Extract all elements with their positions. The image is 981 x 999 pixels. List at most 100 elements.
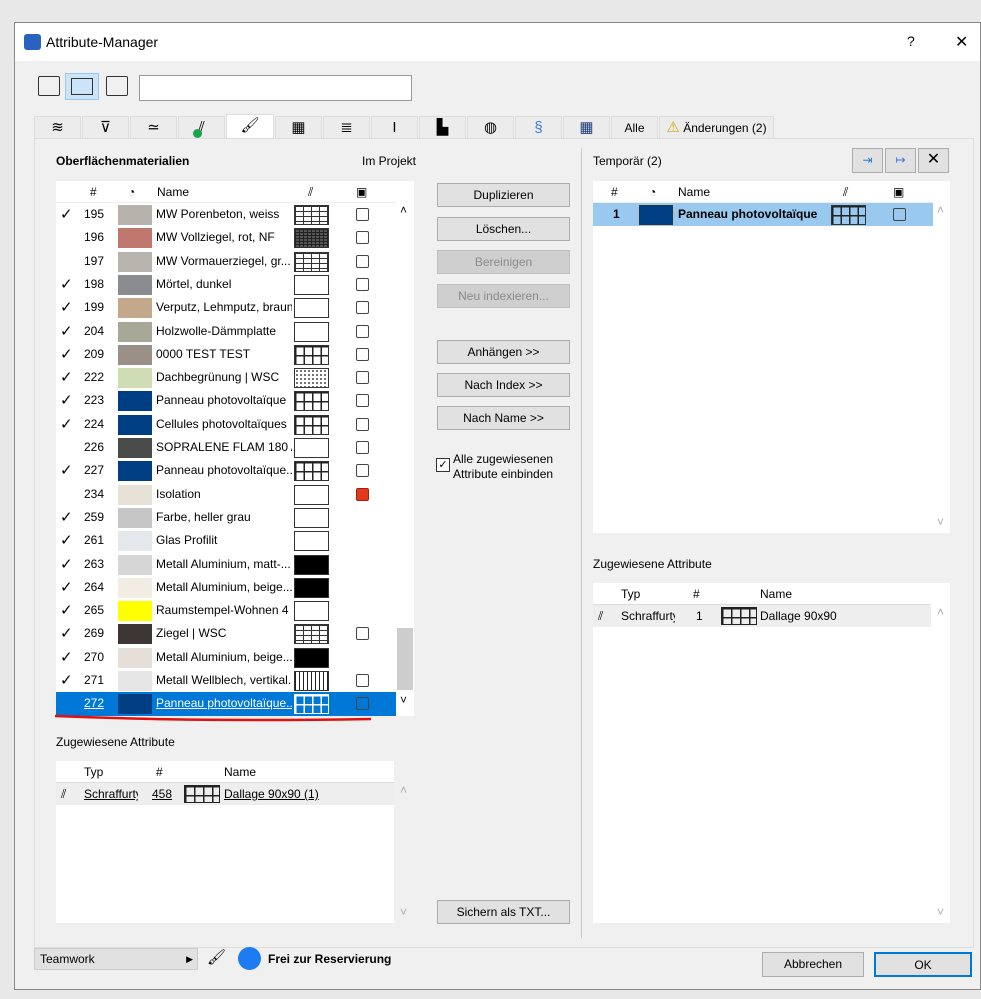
tab-lines[interactable]: ≃ <box>130 116 177 138</box>
color-swatch <box>118 251 152 272</box>
check-icon: ✓ <box>60 392 73 410</box>
col-num[interactable]: # <box>90 181 97 203</box>
col-color-icon[interactable]: ◔ <box>649 181 656 203</box>
purge-button[interactable]: Bereinigen <box>437 250 570 274</box>
scroll-down-icon[interactable]: ˅ <box>400 693 407 707</box>
scroll-down-icon[interactable]: ˅ <box>937 905 944 919</box>
list-item[interactable]: 196 MW Vollziegel, rot, NF <box>56 226 396 249</box>
scroll-down-icon[interactable]: ˅ <box>937 515 944 529</box>
list-item[interactable]: 234 Isolation <box>56 483 396 506</box>
col-num[interactable]: # <box>693 583 700 605</box>
col-num[interactable]: # <box>156 761 163 783</box>
scroll-up-icon[interactable]: ˄ <box>937 203 944 217</box>
col-type[interactable]: Typ <box>84 761 103 783</box>
list-item[interactable]: ✓ 270 Metall Aluminium, beige... <box>56 646 396 669</box>
list-item[interactable]: ✓ 264 Metall Aluminium, beige... <box>56 576 396 599</box>
temporary-row[interactable]: 1 Panneau photovoltaïque <box>593 203 933 226</box>
scroll-down-icon[interactable]: ˅ <box>400 905 407 919</box>
col-type[interactable]: Typ <box>621 583 640 605</box>
hatch-preview-grid <box>184 785 220 803</box>
tab-zones[interactable]: ▙ <box>419 116 466 138</box>
list-item[interactable]: ✓ 265 Raumstempel-Wohnen 4 <box>56 599 396 622</box>
list-item[interactable]: ✓ 224 Cellules photovoltaïques <box>56 413 396 436</box>
list-item[interactable]: ✓ 209 0000 TEST TEST <box>56 343 396 366</box>
scroll-up-icon[interactable]: ˄ <box>937 605 944 619</box>
export-button[interactable]: ↦ <box>885 148 916 173</box>
scroll-up-icon[interactable]: ˄ <box>400 203 407 217</box>
reindex-button[interactable]: Neu indexieren... <box>437 284 570 308</box>
color-swatch <box>118 647 152 668</box>
col-num[interactable]: # <box>611 181 618 203</box>
list-item[interactable]: ✓ 199 Verputz, Lehmputz, braun <box>56 296 396 319</box>
col-name[interactable]: Name <box>157 181 189 203</box>
tab-mep[interactable]: § <box>515 116 562 138</box>
fill-type-icon: ⫽ <box>598 609 604 623</box>
teamwork-label: Teamwork <box>40 952 95 966</box>
image-icon <box>356 417 369 431</box>
ok-button[interactable]: OK <box>874 952 972 977</box>
assigned-row[interactable]: ⫽ Schraffurty 1 Dallage 90x90 <box>593 605 931 627</box>
cancel-button[interactable]: Abbrechen <box>762 952 864 977</box>
list-item[interactable]: ✓ 195 MW Porenbeton, weiss <box>56 203 396 226</box>
close-file-button[interactable]: ✕ <box>918 148 949 173</box>
assigned-num[interactable]: 458 <box>152 783 172 805</box>
list-item[interactable]: ✓ 223 Panneau photovoltaïque <box>56 389 396 412</box>
view-mode-both-icon[interactable] <box>65 73 99 100</box>
tab-composites[interactable]: ▦ <box>275 116 322 138</box>
scroll-up-icon[interactable]: ˄ <box>400 783 407 797</box>
include-label[interactable]: Alle zugewiesenen Attribute einbinden <box>453 452 563 482</box>
tab-layers[interactable]: ≋ <box>34 116 81 138</box>
append-button[interactable]: Anhängen >> <box>437 340 570 364</box>
list-scrollbar[interactable]: ˄ ˅ <box>396 181 414 716</box>
by-name-button[interactable]: Nach Name >> <box>437 406 570 430</box>
col-name[interactable]: Name <box>760 583 792 605</box>
tab-fills[interactable]: ⫽ <box>178 116 225 138</box>
list-item[interactable]: ✓ 263 Metall Aluminium, matt-... <box>56 553 396 576</box>
list-item[interactable]: ✓ 269 Ziegel | WSC <box>56 622 396 645</box>
delete-button[interactable]: Löschen... <box>437 217 570 241</box>
list-item[interactable]: 226 SOPRALENE FLAM 180 A... <box>56 436 396 459</box>
tab-grid[interactable]: ▦ <box>563 116 610 138</box>
help-button[interactable]: ? <box>907 33 915 49</box>
search-input[interactable] <box>139 75 412 101</box>
view-mode-right-icon[interactable] <box>106 76 128 96</box>
assigned-type[interactable]: Schraffurty <box>84 783 138 805</box>
include-checkbox[interactable]: ✓ <box>436 458 450 472</box>
col-name[interactable]: Name <box>678 181 710 203</box>
color-swatch <box>118 321 152 342</box>
list-item[interactable]: ✓ 198 Mörtel, dunkel <box>56 273 396 296</box>
by-index-button[interactable]: Nach Index >> <box>437 373 570 397</box>
tab-globe[interactable]: ◍ <box>467 116 514 138</box>
assigned-row[interactable]: ⫽ Schraffurty 458 Dallage 90x90 (1) <box>56 783 394 805</box>
tab-building-materials[interactable]: Ι <box>371 116 418 138</box>
list-item[interactable]: ✓ 259 Farbe, heller grau <box>56 506 396 529</box>
tab-surfaces[interactable]: 🖌 <box>226 114 274 139</box>
close-button[interactable]: ✕ <box>955 32 968 52</box>
tab-pens[interactable]: ⊽ <box>82 116 129 138</box>
list-item[interactable]: ✓ 204 Holzwolle-Dämmplatte <box>56 320 396 343</box>
list-item[interactable]: ✓ 227 Panneau photovoltaïque... <box>56 459 396 482</box>
import-button[interactable]: ⇥ <box>852 148 883 173</box>
col-name[interactable]: Name <box>224 761 256 783</box>
view-mode-left-icon[interactable] <box>38 76 60 96</box>
teamwork-dropdown[interactable]: Teamwork ▶ <box>34 948 198 970</box>
col-color-icon[interactable]: ◔ <box>128 181 135 203</box>
col-hatch-icon[interactable]: ⫽ <box>308 181 313 203</box>
tab-changes[interactable]: ⚠ Änderungen (2) <box>659 116 774 138</box>
list-item[interactable]: 197 MW Vormauerziegel, gr... <box>56 250 396 273</box>
scroll-thumb[interactable] <box>397 628 413 690</box>
col-hatch-icon[interactable]: ⫽ <box>843 181 848 203</box>
save-txt-button[interactable]: Sichern als TXT... <box>437 900 570 924</box>
col-image-icon[interactable]: ▣ <box>356 181 367 203</box>
list-item[interactable]: ✓ 271 Metall Wellblech, vertikal... <box>56 669 396 692</box>
list-item[interactable]: ✓ 222 Dachbegrünung | WSC <box>56 366 396 389</box>
tab-all[interactable]: Alle <box>611 116 658 138</box>
attribute-manager-dialog: Attribute-Manager ? ✕ ≋ ⊽ ≃ ⫽ 🖌 ▦ ≣ Ι ▙ … <box>14 22 981 990</box>
list-item[interactable]: ✓ 261 Glas Profilit <box>56 529 396 552</box>
duplicate-button[interactable]: Duplizieren <box>437 183 570 207</box>
tab-profiles[interactable]: ≣ <box>323 116 370 138</box>
col-image-icon[interactable]: ▣ <box>893 181 904 203</box>
row-name: Panneau photovoltaïque <box>156 393 287 408</box>
assigned-name[interactable]: Dallage 90x90 (1) <box>224 783 319 805</box>
hatch-preview-dots <box>294 368 329 389</box>
